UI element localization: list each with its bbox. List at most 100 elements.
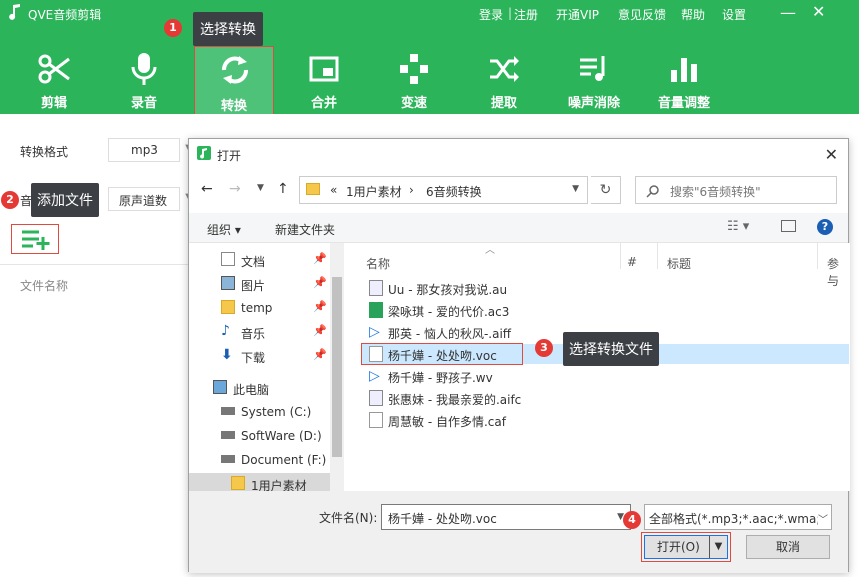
- search-box[interactable]: 搜索"6音频转换": [635, 176, 837, 204]
- file-list: 名称 ︿ # 标题 参与 Uu - 那女孩对我说.au 梁咏琪 - 爱的代价.a…: [345, 243, 850, 491]
- play-file-icon: ▷: [369, 324, 380, 340]
- address-part-1[interactable]: 1用户素材: [346, 183, 402, 200]
- column-divider: [657, 243, 658, 269]
- tool-convert-label: 转换: [220, 99, 247, 114]
- file-row[interactable]: 梁咏琪 - 爱的代价.ac3: [361, 300, 849, 320]
- channel-select[interactable]: 原声道数 ▼: [108, 187, 193, 211]
- register-link[interactable]: 注册: [514, 6, 538, 23]
- step-2-badge: 2: [1, 191, 19, 209]
- file-name: Uu - 那女孩对我说.au: [388, 283, 508, 297]
- convert-icon: [222, 56, 248, 84]
- cancel-button[interactable]: 取消: [746, 535, 830, 559]
- scrollbar-thumb[interactable]: [332, 277, 342, 457]
- music-icon: ♪: [221, 323, 230, 339]
- filetype-select[interactable]: 全部格式(*.mp3;*.aac;*.wma;* ﹀: [644, 504, 832, 530]
- preview-pane-icon[interactable]: [781, 220, 796, 232]
- column-divider: [620, 243, 621, 269]
- app-logo-icon: [197, 146, 211, 160]
- format-label: 转换格式: [20, 145, 69, 159]
- column-number[interactable]: #: [627, 255, 637, 269]
- nav-item-temp[interactable]: temp 📌: [189, 297, 334, 319]
- file-row[interactable]: ▷ 杨千嬅 - 野孩子.wv: [361, 366, 849, 386]
- tool-extract[interactable]: 提取: [468, 50, 540, 112]
- help-link[interactable]: 帮助: [681, 6, 705, 23]
- open-button[interactable]: 打开(O) ▼: [641, 532, 731, 562]
- filename-value: 杨千嬅 - 处处吻.voc: [388, 512, 497, 526]
- nav-item-drive-c[interactable]: System (C:): [189, 401, 334, 423]
- column-title[interactable]: 标题: [667, 255, 691, 272]
- tool-extract-label: 提取: [490, 96, 517, 111]
- pin-icon[interactable]: 📌: [313, 300, 327, 313]
- recent-dropdown-icon[interactable]: ▼: [257, 183, 264, 193]
- step-3-badge: 3: [535, 339, 553, 357]
- tool-cut[interactable]: 剪辑: [18, 50, 90, 112]
- feedback-link[interactable]: 意见反馈: [618, 6, 666, 23]
- step-3-callout: 选择转换文件: [563, 332, 659, 366]
- open-dropdown-icon[interactable]: ▼: [709, 536, 727, 558]
- pin-icon[interactable]: 📌: [313, 276, 327, 289]
- nav-item-this-pc[interactable]: 此电脑: [189, 377, 334, 399]
- nav-item-drive-f[interactable]: Document (F:): [189, 449, 334, 471]
- audio-file-icon: [369, 390, 383, 406]
- new-folder-button[interactable]: 新建文件夹: [275, 221, 335, 238]
- organize-menu[interactable]: 组织 ▾: [207, 221, 241, 238]
- tool-noise[interactable]: 噪声消除: [558, 50, 630, 112]
- help-icon[interactable]: ?: [817, 219, 833, 235]
- forward-arrow-icon[interactable]: →: [229, 181, 241, 197]
- pin-icon[interactable]: 📌: [313, 252, 327, 265]
- tool-merge-label: 合并: [310, 96, 337, 111]
- file-row[interactable]: 张惠妹 - 我最亲爱的.aifc: [361, 388, 849, 408]
- dialog-title-bar: 打开 ✕: [189, 139, 848, 169]
- tool-speed[interactable]: 变速: [378, 50, 450, 112]
- pin-icon[interactable]: 📌: [313, 324, 327, 337]
- search-placeholder: 搜索"6音频转换": [670, 185, 761, 199]
- vip-link[interactable]: 开通VIP: [556, 6, 599, 23]
- drive-icon: [221, 407, 235, 415]
- tool-merge[interactable]: 合并: [288, 50, 360, 112]
- column-name[interactable]: 名称: [366, 255, 390, 272]
- chevron-down-icon[interactable]: ▼: [572, 184, 579, 194]
- drive-icon: [221, 431, 235, 439]
- noise-icon: [580, 56, 605, 81]
- file-name: 那英 - 恼人的秋风-.aiff: [388, 327, 512, 341]
- file-row[interactable]: Uu - 那女孩对我说.au: [361, 278, 849, 298]
- nav-item-documents[interactable]: 文档 📌: [189, 249, 334, 271]
- folder-icon: [231, 476, 245, 490]
- add-list-icon: [22, 230, 50, 250]
- address-prefix: «: [330, 183, 338, 197]
- pin-icon[interactable]: 📌: [313, 348, 327, 361]
- view-options-icon[interactable]: ☷ ▾: [727, 219, 749, 234]
- open-file-dialog: 打开 ✕ ← → ▼ ↑ « 1用户素材 › 6音频转换 ▼ ↻ 搜索"6音频转…: [188, 138, 850, 573]
- format-select[interactable]: mp3 ▼: [108, 138, 193, 162]
- login-link[interactable]: 登录: [479, 6, 503, 23]
- speed-icon: [400, 54, 428, 84]
- tool-volume[interactable]: 音量调整: [648, 50, 720, 112]
- back-arrow-icon[interactable]: ←: [201, 181, 213, 197]
- nav-item-downloads[interactable]: ⬇ 下载 📌: [189, 345, 334, 367]
- filename-input[interactable]: 杨千嬅 - 处处吻.voc ▼: [381, 504, 631, 530]
- main-toolbar: 剪辑 录音 转换 合并 变速 提取 噪声消除 音量调整: [0, 26, 859, 141]
- nav-item-drive-d[interactable]: SoftWare (D:): [189, 425, 334, 447]
- nav-item-music[interactable]: ♪ 音乐 📌: [189, 321, 334, 343]
- minimize-icon[interactable]: —: [780, 3, 796, 22]
- nav-item-pictures[interactable]: 图片 📌: [189, 273, 334, 295]
- folder-icon: [221, 300, 235, 314]
- add-file-button[interactable]: [11, 224, 59, 254]
- close-icon[interactable]: ✕: [825, 145, 838, 164]
- refresh-button[interactable]: ↻: [591, 176, 621, 204]
- tool-record[interactable]: 录音: [108, 50, 180, 112]
- up-arrow-icon[interactable]: ↑: [277, 181, 289, 197]
- tool-cut-label: 剪辑: [40, 96, 67, 111]
- settings-link[interactable]: 设置: [722, 6, 746, 23]
- file-name: 周慧敏 - 自作多情.caf: [388, 415, 506, 429]
- nav-label: 文档: [241, 255, 266, 269]
- close-icon[interactable]: ✕: [812, 2, 825, 21]
- file-row[interactable]: 周慧敏 - 自作多情.caf: [361, 410, 849, 430]
- play-file-icon: ▷: [369, 368, 380, 384]
- filetype-value: 全部格式(*.mp3;*.aac;*.wma;*: [649, 512, 827, 526]
- address-part-2[interactable]: 6音频转换: [426, 183, 482, 200]
- nav-label: 此电脑: [233, 383, 270, 397]
- address-bar[interactable]: « 1用户素材 › 6音频转换 ▼: [299, 176, 588, 204]
- nav-scrollbar[interactable]: [330, 243, 344, 491]
- extract-icon: [490, 56, 519, 82]
